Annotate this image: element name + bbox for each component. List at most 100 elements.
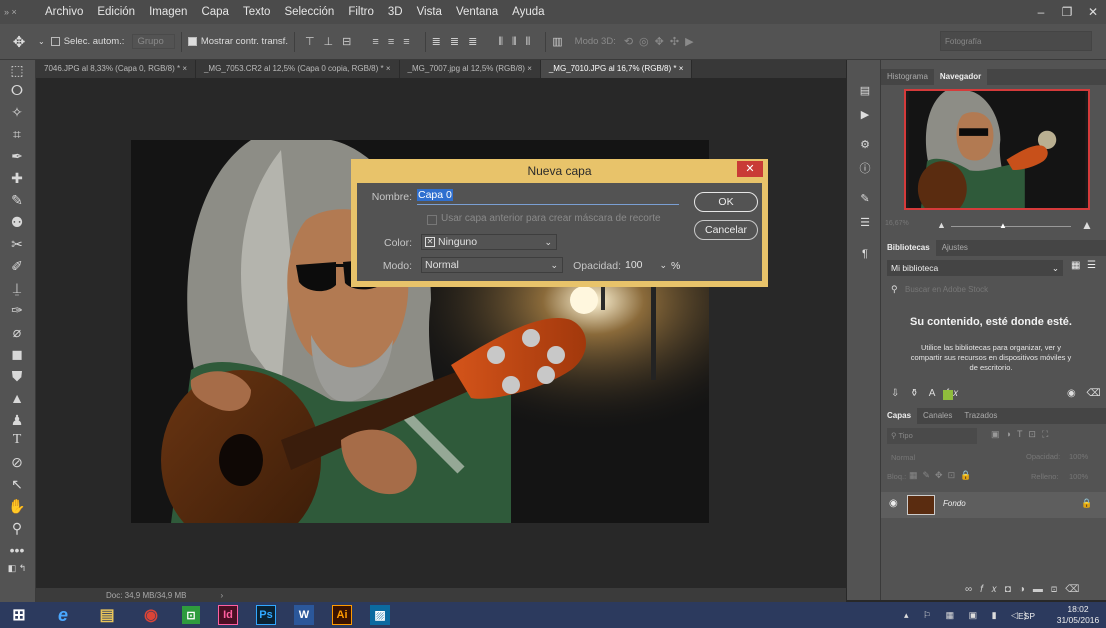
info-panel-icon[interactable]: ⓘ — [856, 160, 874, 176]
tab-ajustes[interactable]: Ajustes — [936, 240, 974, 256]
blur-tool-icon[interactable]: ✑ — [6, 300, 28, 320]
layer-filter-icons[interactable]: ▣◑T⊡⛶ — [991, 429, 1054, 440]
indesign-icon[interactable]: Id — [218, 605, 238, 625]
tab-trazados[interactable]: Trazados — [958, 408, 1003, 424]
properties-panel-icon[interactable]: ⚙ — [856, 136, 874, 152]
file-explorer-icon[interactable]: ▤ — [94, 604, 120, 626]
status-menu-icon[interactable]: › — [220, 591, 223, 600]
menu-seleccion[interactable]: Selección — [277, 0, 341, 24]
doc-tab-7046[interactable]: 7046.JPG al 8,33% (Capa 0, RGB/8) * × — [36, 60, 196, 78]
menu-3d[interactable]: 3D — [381, 0, 410, 24]
history-brush-tool-icon[interactable]: ✂ — [6, 234, 28, 254]
doc-tab-7053[interactable]: _MG_7053.CR2 al 12,5% (Capa 0 copia, RGB… — [196, 60, 400, 78]
menu-capa[interactable]: Capa — [194, 0, 236, 24]
chrome-icon[interactable]: ◉ — [138, 604, 164, 626]
name-input[interactable]: Capa 0 — [417, 189, 679, 205]
brush-tool-icon[interactable]: ✎ — [6, 190, 28, 210]
library-dropdown[interactable]: Mi biblioteca ⌄ — [887, 260, 1063, 276]
input-language[interactable]: ESP — [1018, 611, 1035, 621]
blend-mode-dropdown[interactable]: Normal — [887, 450, 997, 466]
zoom-tool-icon[interactable]: ⚲ — [6, 518, 28, 538]
quick-select-tool-icon[interactable]: ✧ — [6, 102, 28, 122]
menu-ayuda[interactable]: Ayuda — [505, 0, 551, 24]
layer-filter-dropdown[interactable]: ⚲ Tipo — [887, 428, 977, 444]
crop-tool-icon[interactable]: ⌗ — [6, 124, 28, 144]
eraser-tool-icon[interactable]: ✐ — [6, 256, 28, 276]
zoom-out-icon[interactable]: ▲ — [937, 220, 946, 230]
stock-search-input[interactable]: Buscar en Adobe Stock — [905, 285, 988, 294]
actions-play-icon[interactable]: ▶ — [856, 106, 874, 122]
color-dropdown[interactable]: ✕ Ninguno ⌄ — [421, 234, 557, 250]
close-button[interactable]: ✕ — [1080, 0, 1106, 24]
menu-vista[interactable]: Vista — [410, 0, 449, 24]
menu-archivo[interactable]: Archivo — [38, 0, 90, 24]
mode-dropdown[interactable]: Normal ⌄ — [421, 257, 563, 273]
tab-close-icon[interactable]: × — [386, 64, 391, 73]
distribute-icons[interactable]: ≣≣≣ ⫴⫴⫴ — [432, 35, 540, 49]
layer-name[interactable]: Fondo — [943, 499, 966, 508]
visibility-eye-icon[interactable]: ◉ — [889, 498, 898, 509]
menu-edicion[interactable]: Edición — [90, 0, 142, 24]
layer-actions-icons[interactable]: ∞𝑓𝑥◘◑▬⊡⌫ — [965, 584, 1087, 595]
photoshop-icon[interactable]: Ps — [256, 605, 276, 625]
photos-icon[interactable]: ▨ — [370, 605, 390, 625]
lock-icons[interactable]: ▦✎✥⊡🔒 — [909, 470, 976, 481]
triangle-tool-icon[interactable]: ▲ — [6, 388, 28, 408]
paragraph-panel-icon[interactable]: ¶ — [856, 246, 874, 262]
3d-tools-icons[interactable]: ⟲◎✥✣▶ — [624, 35, 700, 48]
dodge-tool-icon[interactable]: ⌀ — [6, 322, 28, 342]
direct-selection-tool-icon[interactable]: ↖ — [6, 474, 28, 494]
layer-row-fondo[interactable]: ◉ Fondo 🔒 — [881, 492, 1106, 518]
fill-tool-icon[interactable]: ⛊ — [6, 366, 28, 386]
group-dropdown[interactable]: Grupo — [132, 34, 175, 49]
minimize-button[interactable]: – — [1028, 0, 1054, 24]
dialog-close-button[interactable]: ✕ — [737, 161, 763, 177]
cancel-button[interactable]: Cancelar — [694, 220, 758, 240]
auto-align-icon[interactable]: ▥ — [552, 35, 562, 48]
menu-texto[interactable]: Texto — [236, 0, 278, 24]
system-tray-icons[interactable]: ▴ ⚐ ▦ ▣ ▮ ◁) — [904, 610, 1033, 621]
brush-panel-icon[interactable]: ✎ — [856, 190, 874, 206]
fill-value[interactable]: 100% — [1069, 472, 1088, 481]
list-view-icon[interactable]: ☰ — [1087, 260, 1096, 271]
sharpen-tool-icon[interactable]: ♟ — [6, 410, 28, 430]
tab-navegador[interactable]: Navegador — [933, 69, 988, 85]
tab-close-icon[interactable]: × — [527, 64, 532, 73]
lasso-tool-icon[interactable]: ⵔ — [6, 80, 28, 100]
tab-capas[interactable]: Capas — [881, 408, 918, 424]
clock[interactable]: 18:02 31/05/2016 — [1054, 604, 1102, 626]
swap-colors-icon[interactable]: ◧ ↰ — [6, 558, 28, 578]
healing-tool-icon[interactable]: ✚ — [6, 168, 28, 188]
marquee-tool-icon[interactable]: ⬚ — [6, 60, 28, 80]
word-icon[interactable]: W — [294, 605, 314, 625]
grid-view-icon[interactable]: ▦ — [1071, 260, 1080, 271]
eyedropper-tool-icon[interactable]: ✒ — [6, 146, 28, 166]
layer-opacity-value[interactable]: 100% — [1069, 452, 1088, 461]
clip-mask-checkbox[interactable] — [427, 215, 437, 225]
gradient-tool-icon[interactable]: ⍊ — [6, 278, 28, 298]
tab-close-icon[interactable]: × — [182, 64, 187, 73]
doc-tab-7010[interactable]: _MG_7010.JPG al 16,7% (RGB/8) * × — [540, 60, 693, 78]
auto-select-checkbox[interactable] — [50, 37, 60, 46]
menu-ventana[interactable]: Ventana — [449, 0, 505, 24]
tab-canales[interactable]: Canales — [917, 408, 958, 424]
doc-tab-7007[interactable]: _MG_7007.jpg al 12,5% (RGB/8) × — [400, 60, 541, 78]
hand-tool-icon[interactable]: ✋ — [6, 496, 28, 516]
navigator-zoom-value[interactable]: 16,67% — [885, 220, 909, 227]
zoom-slider-handle[interactable]: ▲ — [999, 221, 1007, 230]
clone-stamp-tool-icon[interactable]: ⚉ — [6, 212, 28, 232]
adjustments-panel-icon[interactable]: ☰ — [856, 214, 874, 230]
zoom-in-icon[interactable]: ▲ — [1081, 218, 1093, 232]
show-transform-checkbox[interactable] — [187, 37, 197, 46]
align-icons[interactable]: ⊤⊥⊟ ≡≡≡ — [305, 35, 419, 48]
type-tool-icon[interactable]: T — [6, 430, 28, 450]
edge-icon[interactable]: e — [50, 604, 76, 626]
path-selection-tool-icon[interactable]: ⊘ — [6, 452, 28, 472]
tool-preset-chevron-icon[interactable]: ⌄ — [38, 37, 45, 46]
tab-bibliotecas[interactable]: Bibliotecas — [881, 240, 936, 256]
ok-button[interactable]: OK — [694, 192, 758, 212]
store-icon[interactable]: ⊡ — [182, 606, 200, 624]
panel-collapse-icon[interactable]: » × — [0, 0, 38, 24]
more-tools-icon[interactable]: ••• — [6, 540, 28, 560]
tab-histograma[interactable]: Histograma — [881, 69, 934, 85]
